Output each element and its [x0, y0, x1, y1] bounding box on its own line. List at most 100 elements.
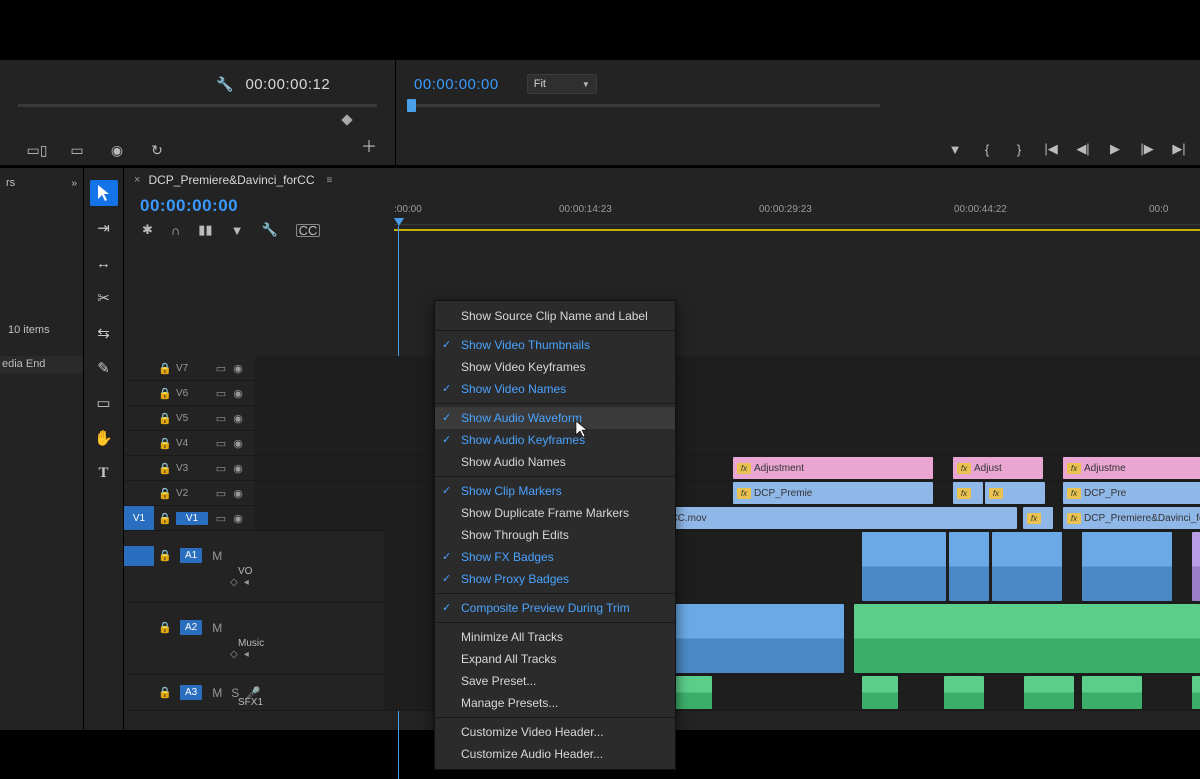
sequence-tab[interactable]: × DCP_Premiere&Davinci_forCC ≡ — [124, 168, 332, 192]
pen-tool[interactable]: ✎ — [90, 355, 118, 381]
insert-icon[interactable]: ▭▯ — [28, 143, 46, 157]
refresh-icon[interactable]: ↻ — [148, 143, 166, 157]
lock-icon[interactable]: 🔒 — [154, 549, 176, 562]
lock-icon[interactable]: 🔒 — [154, 462, 176, 475]
collapse-icon[interactable]: » — [71, 178, 77, 189]
go-to-out-icon[interactable]: ▶| — [1172, 141, 1186, 157]
clip-video[interactable]: fx — [1023, 507, 1053, 529]
track-label[interactable]: A1 — [180, 548, 202, 563]
project-tab-label[interactable]: rs — [6, 177, 15, 189]
source-patch-a1[interactable] — [124, 546, 154, 566]
clip-audio[interactable] — [1082, 532, 1172, 601]
clip-audio[interactable] — [862, 532, 946, 601]
timeline-display-settings-menu[interactable]: Show Source Clip Name and Label ✓Show Vid… — [434, 300, 676, 770]
clip-audio[interactable] — [1192, 532, 1200, 601]
v3-body[interactable]: fxAdjustment fxAdjust fxAdjustme — [255, 456, 1200, 480]
menu-item[interactable]: Customize Audio Header... — [435, 743, 675, 765]
clip-adjustment[interactable]: fxAdjust — [953, 457, 1043, 479]
play-icon[interactable]: ▶ — [1108, 141, 1122, 157]
program-timecode[interactable]: 00:00:00:00 — [414, 76, 499, 93]
clip-audio[interactable] — [1024, 676, 1074, 709]
keyframe-prev-icon[interactable]: ◂ — [244, 577, 249, 588]
clip-audio[interactable] — [944, 676, 984, 709]
step-back-icon[interactable]: ◀| — [1076, 141, 1090, 157]
scrubber-handle[interactable] — [407, 99, 416, 112]
linked-selection-icon[interactable]: ∩ — [171, 223, 180, 238]
playhead-icon[interactable] — [394, 218, 404, 226]
menu-item[interactable]: Minimize All Tracks — [435, 626, 675, 648]
hand-tool[interactable]: ✋ — [90, 425, 118, 451]
type-tool[interactable]: T — [90, 460, 118, 486]
clip-audio[interactable] — [674, 676, 712, 709]
menu-item[interactable]: Show Video Keyframes — [435, 356, 675, 378]
lock-icon[interactable]: 🔒 — [154, 412, 176, 425]
menu-item[interactable]: Expand All Tracks — [435, 648, 675, 670]
slip-tool[interactable]: ⇆ — [90, 320, 118, 346]
track-label[interactable]: V7 — [176, 363, 208, 374]
add-button-icon[interactable]: ＋ — [361, 133, 377, 157]
marker-icon[interactable]: ▼ — [948, 142, 962, 157]
menu-item[interactable]: Show Source Clip Name and Label — [435, 305, 675, 327]
track-label[interactable]: V5 — [176, 413, 208, 424]
snap-icon[interactable]: ✱ — [142, 222, 153, 238]
source-patch-v1[interactable]: V1 — [124, 506, 154, 530]
zoom-dropdown[interactable]: Fit ▼ — [527, 74, 597, 94]
in-point-icon[interactable]: { — [980, 142, 994, 157]
timeline-timecode[interactable]: 00:00:00:00 — [140, 196, 238, 216]
toggle-sync-icon[interactable]: ◉ — [231, 362, 245, 375]
lock-icon[interactable]: 🔒 — [154, 512, 176, 525]
clip-adjustment[interactable]: fxAdjustment — [733, 457, 933, 479]
step-forward-icon[interactable]: |▶ — [1140, 141, 1154, 157]
mute-icon[interactable]: M — [208, 621, 226, 635]
clip-video[interactable]: fxDCP_Premie — [733, 482, 933, 504]
source-patch[interactable] — [124, 356, 154, 380]
menu-item[interactable]: Customize Video Header... — [435, 721, 675, 743]
clip-video[interactable]: fx — [985, 482, 1045, 504]
tab-menu-icon[interactable]: ≡ — [327, 175, 333, 186]
out-point-icon[interactable]: } — [1012, 142, 1026, 157]
lock-icon[interactable]: 🔒 — [154, 621, 176, 634]
markers-icon[interactable]: ▮▮ — [198, 222, 212, 238]
toggle-output-icon[interactable]: ▭ — [214, 362, 228, 375]
clip-video[interactable]: i_forCC.mov — [647, 507, 1017, 529]
track-label[interactable]: A2 — [180, 620, 202, 635]
program-scrubber[interactable] — [410, 104, 880, 107]
track-label[interactable]: V2 — [176, 488, 208, 499]
keyframe-nav-icon[interactable]: ◇ — [230, 577, 238, 588]
lock-icon[interactable]: 🔒 — [154, 487, 176, 500]
menu-item[interactable]: Save Preset... — [435, 670, 675, 692]
menu-item[interactable]: Show Through Edits — [435, 524, 675, 546]
go-to-in-icon[interactable]: |◀ — [1044, 141, 1058, 157]
clip-video[interactable]: fx — [953, 482, 983, 504]
close-icon[interactable]: × — [134, 174, 140, 186]
menu-item[interactable]: Show Duplicate Frame Markers — [435, 502, 675, 524]
marker-add-icon[interactable]: ▼ — [231, 223, 244, 238]
menu-item[interactable]: Manage Presets... — [435, 692, 675, 714]
menu-item[interactable]: ✓Show Clip Markers — [435, 480, 675, 502]
source-scrubber[interactable] — [18, 104, 377, 107]
clip-video[interactable]: fxDCP_Premiere&Davinci_forCC.mov — [1063, 507, 1200, 529]
mute-icon[interactable]: M — [208, 549, 226, 563]
clip-audio[interactable] — [1192, 676, 1200, 709]
overwrite-icon[interactable]: ▭ — [68, 143, 86, 157]
settings-wrench-icon[interactable]: 🔧 — [261, 222, 277, 238]
v2-body[interactable]: fxDCP_Premie fx fx fxDCP_Pre — [255, 481, 1200, 505]
rectangle-tool[interactable]: ▭ — [90, 390, 118, 416]
export-frame-icon[interactable]: ◉ — [108, 143, 126, 157]
clip-audio[interactable] — [1082, 676, 1142, 709]
selection-tool[interactable] — [90, 180, 118, 206]
razor-tool[interactable]: ✂ — [90, 285, 118, 311]
track-body[interactable] — [255, 356, 1200, 380]
source-timecode[interactable]: 00:00:00:12 — [245, 76, 330, 93]
clip-audio[interactable] — [862, 676, 898, 709]
clip-video[interactable]: fxDCP_Pre — [1063, 482, 1200, 504]
lock-icon[interactable]: 🔒 — [154, 387, 176, 400]
menu-item[interactable]: ✓Show FX Badges — [435, 546, 675, 568]
wrench-icon[interactable]: 🔧 — [216, 76, 233, 93]
menu-item[interactable]: ✓Show Video Thumbnails — [435, 334, 675, 356]
lock-icon[interactable]: 🔒 — [154, 362, 176, 375]
menu-item[interactable]: ✓Show Video Names — [435, 378, 675, 400]
clip-audio[interactable] — [949, 532, 989, 601]
captions-badge[interactable]: CC — [296, 224, 321, 237]
clip-audio[interactable] — [992, 532, 1062, 601]
